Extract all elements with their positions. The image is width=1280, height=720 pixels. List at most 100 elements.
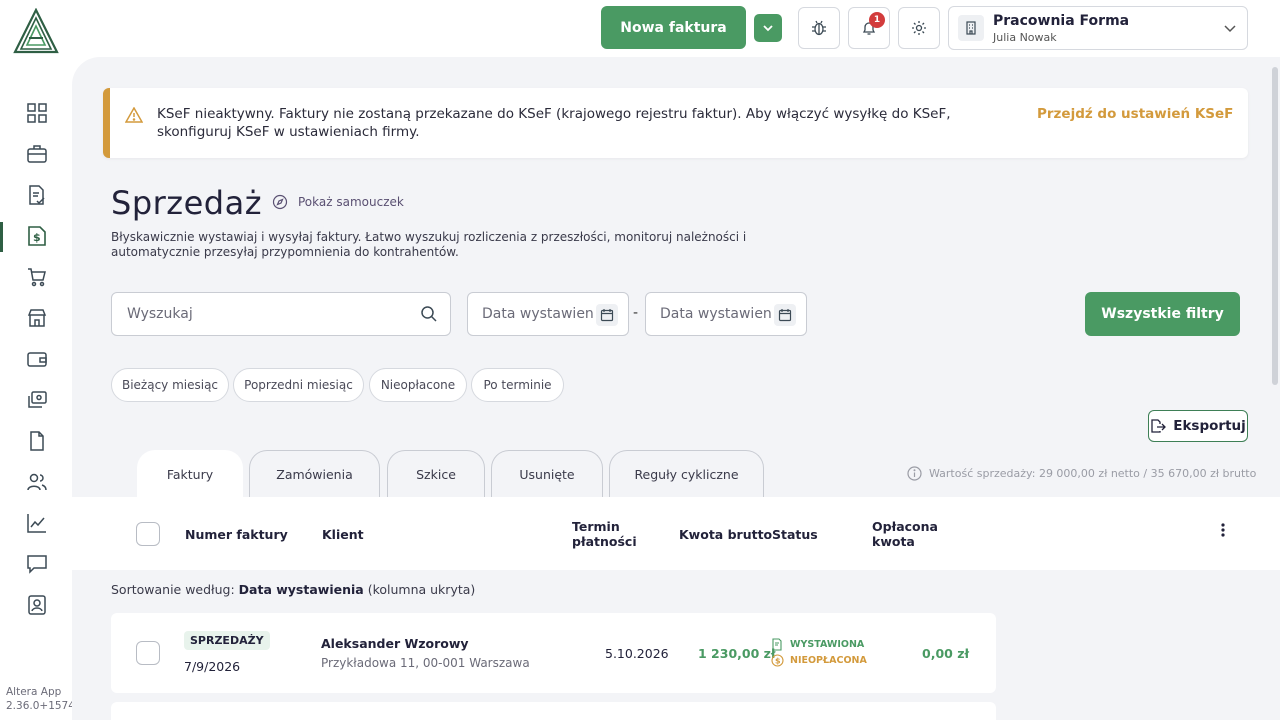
column-number[interactable]: Numer faktury [185,527,288,542]
briefcase-icon[interactable] [25,142,49,166]
tab-orders[interactable]: Zamówienia [249,450,380,498]
dashboard-icon[interactable] [25,101,49,125]
active-indicator [0,222,3,252]
column-due-date[interactable]: Termin płatności [572,519,637,549]
ksef-settings-link[interactable]: Przejdź do ustawień KSeF [1037,106,1233,122]
date-to-field[interactable]: Data wystawienia [645,292,807,336]
app-build: 2.36.0+1574 [6,700,75,712]
search-input[interactable]: Wyszukaj [111,292,451,336]
column-due-date-line1: Termin [572,519,620,534]
client-address: Przykładowa 11, 00-001 Warszawa [321,656,530,670]
sort-prefix: Sortowanie według: [111,582,239,597]
ksef-alert: KSeF nieaktywny. Faktury nie zostaną prz… [103,88,1248,158]
app-name: Altera App [6,686,62,698]
chip-current-month[interactable]: Bieżący miesiąc [111,368,229,402]
chart-icon[interactable] [25,511,49,535]
sales-summary: Wartość sprzedaży: 29 000,00 zł netto / … [907,466,1256,481]
chip-unpaid[interactable]: Nieopłacone [369,368,467,402]
coin-icon: $ [771,654,784,667]
company-selector[interactable]: Pracownia Forma Julia Nowak [948,6,1248,50]
tutorial-label: Pokaż samouczek [298,195,404,209]
gross-amount: 1 230,00 zł [698,646,776,661]
tab-recurring-rules[interactable]: Reguły cykliczne [609,450,764,498]
main-panel: KSeF nieaktywny. Faktury nie zostaną prz… [72,57,1280,720]
chevron-down-icon [763,25,773,32]
page-subtitle: Błyskawicznie wystawiaj i wysyłaj faktur… [111,230,747,259]
chat-icon[interactable] [25,552,49,576]
show-tutorial-link[interactable]: Pokaż samouczek [272,194,404,210]
status-issued: WYSTAWIONA [771,638,864,651]
document-check-icon[interactable] [25,183,49,207]
export-button[interactable]: Eksportuj [1148,410,1248,442]
invoice-date: 7/9/2026 [184,659,241,674]
all-filters-button[interactable]: Wszystkie filtry [1085,292,1240,336]
compass-icon [272,194,288,210]
export-file-icon [1151,419,1167,433]
status-unpaid-label: NIEOPŁACONA [790,655,867,666]
select-all-checkbox[interactable] [136,522,160,546]
column-status[interactable]: Status [772,527,818,542]
company-name: Pracownia Forma [993,13,1130,29]
bug-report-button[interactable] [798,7,840,49]
sidebar: $ Altera App 2.36.0+1574 [0,0,75,720]
info-icon [907,466,922,481]
due-date: 5.10.2026 [605,646,669,661]
status-issued-label: WYSTAWIONA [790,639,865,650]
settings-button[interactable] [898,7,940,49]
date-to-placeholder: Data wystawienia [660,306,772,322]
date-from-placeholder: Data wystawienia [482,306,594,322]
sort-info: Sortowanie według: Data wystawienia (kol… [111,582,475,597]
table-header: Numer faktury Klient Termin płatności Kw… [72,497,1280,570]
chip-overdue[interactable]: Po terminie [471,368,564,402]
gear-icon [912,21,926,35]
svg-text:$: $ [775,657,781,666]
search-placeholder: Wyszukaj [127,306,193,322]
column-client[interactable]: Klient [322,527,364,542]
column-gross[interactable]: Kwota brutto [679,527,772,542]
table-row[interactable]: SPRZEDAŻY 7/9/2026 Aleksander Wzorowy Pr… [111,613,996,693]
paid-amount: 0,00 zł [922,646,970,661]
row-checkbox[interactable] [136,641,160,665]
column-paid-line1: Opłacona [872,519,938,534]
column-paid-amount[interactable]: Opłacona kwota [872,519,938,549]
profile-icon[interactable] [25,593,49,617]
document-check-icon [772,638,782,651]
tab-deleted[interactable]: Usunięte [491,450,603,498]
scrollbar[interactable] [1272,67,1278,385]
sales-summary-text: Wartość sprzedaży: 29 000,00 zł netto / … [929,467,1257,480]
chevron-down-icon [1224,25,1236,33]
client-name: Aleksander Wzorowy [321,636,469,651]
date-from-field[interactable]: Data wystawienia [467,292,629,336]
more-options-icon[interactable] [1220,522,1226,538]
tab-drafts[interactable]: Szkice [387,450,485,498]
chip-previous-month[interactable]: Poprzedni miesiąc [233,368,364,402]
svg-text:$: $ [33,231,41,244]
tab-invoices[interactable]: Faktury [137,450,243,498]
column-paid-line2: kwota [872,534,915,549]
app-logo[interactable] [12,7,60,54]
search-icon[interactable] [420,305,438,323]
calendar-icon[interactable] [774,304,796,326]
cart-icon[interactable] [25,265,49,289]
table-row[interactable] [111,702,996,720]
notification-badge: 1 [869,12,885,28]
alert-message: KSeF nieaktywny. Faktury nie zostaną prz… [157,106,951,140]
notifications-button[interactable]: 1 [848,7,890,49]
new-invoice-button[interactable]: Nowa faktura [601,6,746,49]
store-icon[interactable] [25,306,49,330]
transfers-icon[interactable] [25,388,49,412]
wallet-icon[interactable] [25,347,49,371]
bug-icon [812,20,826,36]
status-unpaid: $ NIEOPŁACONA [771,654,867,667]
file-icon[interactable] [25,429,49,453]
export-label: Eksportuj [1173,418,1246,434]
page-title: Sprzedaż [111,184,262,222]
sales-icon[interactable]: $ [25,224,49,248]
user-name: Julia Nowak [993,31,1057,44]
column-due-date-line2: płatności [572,534,637,549]
contacts-icon[interactable] [25,470,49,494]
sort-suffix: (kolumna ukryta) [363,582,476,597]
date-separator: - [633,305,639,321]
new-invoice-dropdown-button[interactable] [754,14,782,42]
calendar-icon[interactable] [596,304,618,326]
